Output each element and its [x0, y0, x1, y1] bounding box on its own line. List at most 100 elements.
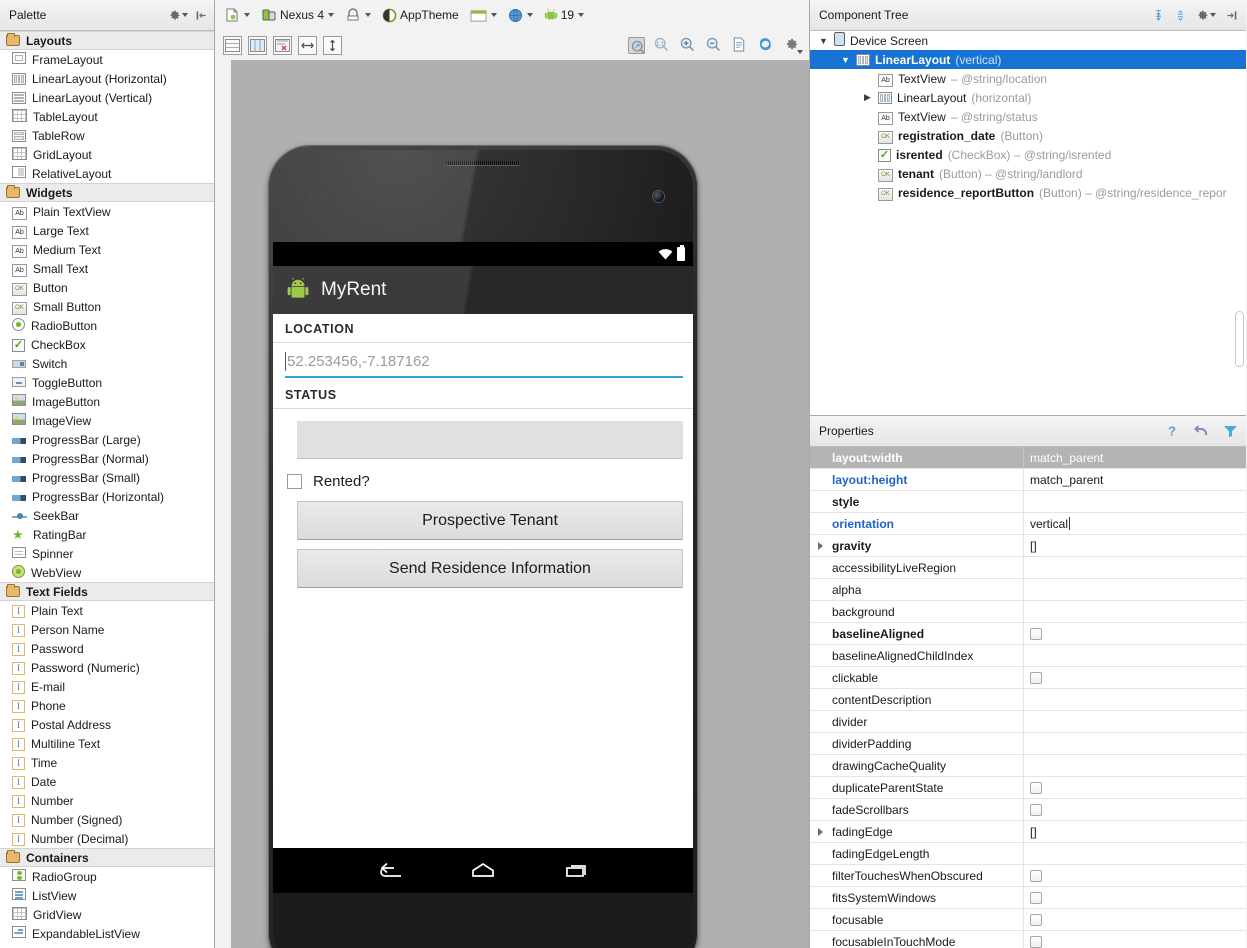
property-value[interactable]	[1023, 931, 1246, 948]
collapse-panel-icon[interactable]	[195, 9, 208, 22]
property-value[interactable]	[1023, 689, 1246, 710]
palette-item-webview[interactable]: WebView	[0, 563, 214, 582]
palette-item-linearlayout-horizontal[interactable]: LinearLayout (Horizontal)	[0, 69, 214, 88]
expand-arrow-icon[interactable]	[818, 541, 823, 550]
palette-item-progressbar-small[interactable]: ProgressBar (Small)	[0, 468, 214, 487]
property-row-accessibilityliveregion[interactable]: accessibilityLiveRegion	[810, 557, 1246, 579]
property-row-focusable[interactable]: focusable	[810, 909, 1246, 931]
property-row-fadingedge[interactable]: fadingEdge []	[810, 821, 1246, 843]
palette-item-number-signed[interactable]: I Number (Signed)	[0, 810, 214, 829]
palette-item-time[interactable]: I Time	[0, 753, 214, 772]
collapse-panel-icon[interactable]	[1225, 9, 1238, 22]
gear-icon[interactable]	[168, 9, 188, 22]
tree-node-isrented[interactable]: ✓ isrented (CheckBox) – @string/isrented	[810, 145, 1246, 164]
palette-item-button[interactable]: OK Button	[0, 278, 214, 297]
component-tree-scrollbar[interactable]	[1235, 311, 1244, 367]
palette-item-gridlayout[interactable]: GridLayout	[0, 145, 214, 164]
prospective-tenant-button[interactable]: Prospective Tenant	[297, 501, 683, 540]
palette-group-widgets[interactable]: Widgets	[0, 183, 214, 202]
registration-date-button[interactable]	[297, 421, 683, 459]
property-value[interactable]	[1023, 711, 1246, 732]
palette-item-checkbox[interactable]: ✓ CheckBox	[0, 335, 214, 354]
palette-item-progressbar-large[interactable]: ProgressBar (Large)	[0, 430, 214, 449]
palette-group-containers[interactable]: Containers	[0, 848, 214, 867]
palette-item-spinner[interactable]: Spinner	[0, 544, 214, 563]
palette-item-expandablelistview[interactable]: ExpandableListView	[0, 924, 214, 943]
palette-item-password-numeric[interactable]: I Password (Numeric)	[0, 658, 214, 677]
palette-item-number-decimal[interactable]: I Number (Decimal)	[0, 829, 214, 848]
palette-item-medium-text[interactable]: Ab Medium Text	[0, 240, 214, 259]
render-errors-icon[interactable]	[273, 35, 292, 55]
property-value[interactable]	[1023, 601, 1246, 622]
palette-item-small-button[interactable]: OK Small Button	[0, 297, 214, 316]
tree-node-textview[interactable]: Ab TextView – @string/location	[810, 69, 1246, 88]
property-value[interactable]	[1023, 645, 1246, 666]
property-value[interactable]	[1023, 887, 1246, 908]
zoom-actual-icon[interactable]: 1:1	[654, 37, 671, 54]
palette-item-e-mail[interactable]: I E-mail	[0, 677, 214, 696]
settings-gear-icon[interactable]	[784, 37, 803, 54]
render-doc-icon[interactable]	[732, 36, 749, 54]
tree-twisty[interactable]: ▶	[862, 92, 873, 103]
component-tree[interactable]: ▼ Device Screen ▼ LinearLayout (vertical) Ab…	[810, 31, 1246, 416]
property-value[interactable]: match_parent	[1023, 469, 1246, 490]
property-value[interactable]	[1023, 579, 1246, 600]
filter-icon[interactable]	[1223, 424, 1238, 438]
property-row-style[interactable]: style	[810, 491, 1246, 513]
design-canvas[interactable]: MyRent LOCATION 52.253456,-7.187162 STAT…	[215, 60, 809, 948]
device-chooser-button[interactable]: Nexus 4	[257, 5, 338, 25]
property-row-fadingedgelength[interactable]: fadingEdgeLength	[810, 843, 1246, 865]
palette-item-seekbar[interactable]: SeekBar	[0, 506, 214, 525]
property-row-dividerpadding[interactable]: dividerPadding	[810, 733, 1246, 755]
tree-twisty[interactable]: ▼	[818, 36, 829, 46]
palette-item-switch[interactable]: Switch	[0, 354, 214, 373]
property-value[interactable]	[1023, 777, 1246, 798]
palette-item-password[interactable]: I Password	[0, 639, 214, 658]
property-value[interactable]	[1023, 557, 1246, 578]
property-value[interactable]	[1023, 623, 1246, 644]
property-value[interactable]	[1023, 799, 1246, 820]
palette-item-progressbar-normal[interactable]: ProgressBar (Normal)	[0, 449, 214, 468]
property-checkbox[interactable]	[1030, 891, 1042, 904]
distribute-vertical-icon[interactable]	[323, 35, 342, 55]
tree-node-linearlayout[interactable]: ▶ LinearLayout (horizontal)	[810, 88, 1246, 107]
api-level-chooser-button[interactable]: 19	[540, 6, 588, 25]
palette-item-phone[interactable]: I Phone	[0, 696, 214, 715]
property-value[interactable]	[1023, 733, 1246, 754]
help-icon[interactable]: ?	[1165, 424, 1179, 439]
restore-default-icon[interactable]	[1193, 424, 1209, 438]
palette-item-plain-textview[interactable]: Ab Plain TextView	[0, 202, 214, 221]
property-row-divider[interactable]: divider	[810, 711, 1246, 733]
property-row-drawingcachequality[interactable]: drawingCacheQuality	[810, 755, 1246, 777]
theme-chooser-button[interactable]: AppTheme	[378, 6, 463, 25]
palette-item-plain-text[interactable]: I Plain Text	[0, 601, 214, 620]
tree-twisty[interactable]: ▼	[840, 55, 851, 65]
config-chooser-button[interactable]	[220, 5, 254, 25]
property-checkbox[interactable]	[1030, 935, 1042, 948]
property-value[interactable]	[1023, 909, 1246, 930]
palette-item-gridview[interactable]: GridView	[0, 905, 214, 924]
palette-item-person-name[interactable]: I Person Name	[0, 620, 214, 639]
property-row-clickable[interactable]: clickable	[810, 667, 1246, 689]
property-row-baselinealignedchildindex[interactable]: baselineAlignedChildIndex	[810, 645, 1246, 667]
property-row-background[interactable]: background	[810, 601, 1246, 623]
property-value[interactable]: []	[1023, 821, 1246, 842]
properties-table[interactable]: layout:width match_parent layout:height mat…	[810, 447, 1246, 948]
palette-group-text-fields[interactable]: Text Fields	[0, 582, 214, 601]
property-checkbox[interactable]	[1030, 627, 1042, 640]
device-screen[interactable]: MyRent LOCATION 52.253456,-7.187162 STAT…	[273, 242, 693, 893]
property-row-layout-width[interactable]: layout:width match_parent	[810, 447, 1246, 469]
property-row-fitssystemwindows[interactable]: fitsSystemWindows	[810, 887, 1246, 909]
palette-item-progressbar-horizontal[interactable]: ProgressBar (Horizontal)	[0, 487, 214, 506]
property-row-alpha[interactable]: alpha	[810, 579, 1246, 601]
palette-item-relativelayout[interactable]: RelativeLayout	[0, 164, 214, 183]
property-value[interactable]: vertical	[1023, 513, 1246, 534]
zoom-in-icon[interactable]	[680, 37, 697, 54]
palette-item-small-text[interactable]: Ab Small Text	[0, 259, 214, 278]
palette-item-listview[interactable]: ListView	[0, 886, 214, 905]
property-value[interactable]	[1023, 865, 1246, 886]
property-value[interactable]	[1023, 667, 1246, 688]
property-row-duplicateparentstate[interactable]: duplicateParentState	[810, 777, 1246, 799]
palette-item-togglebutton[interactable]: ToggleButton	[0, 373, 214, 392]
layout-variants-icon[interactable]	[223, 35, 242, 55]
